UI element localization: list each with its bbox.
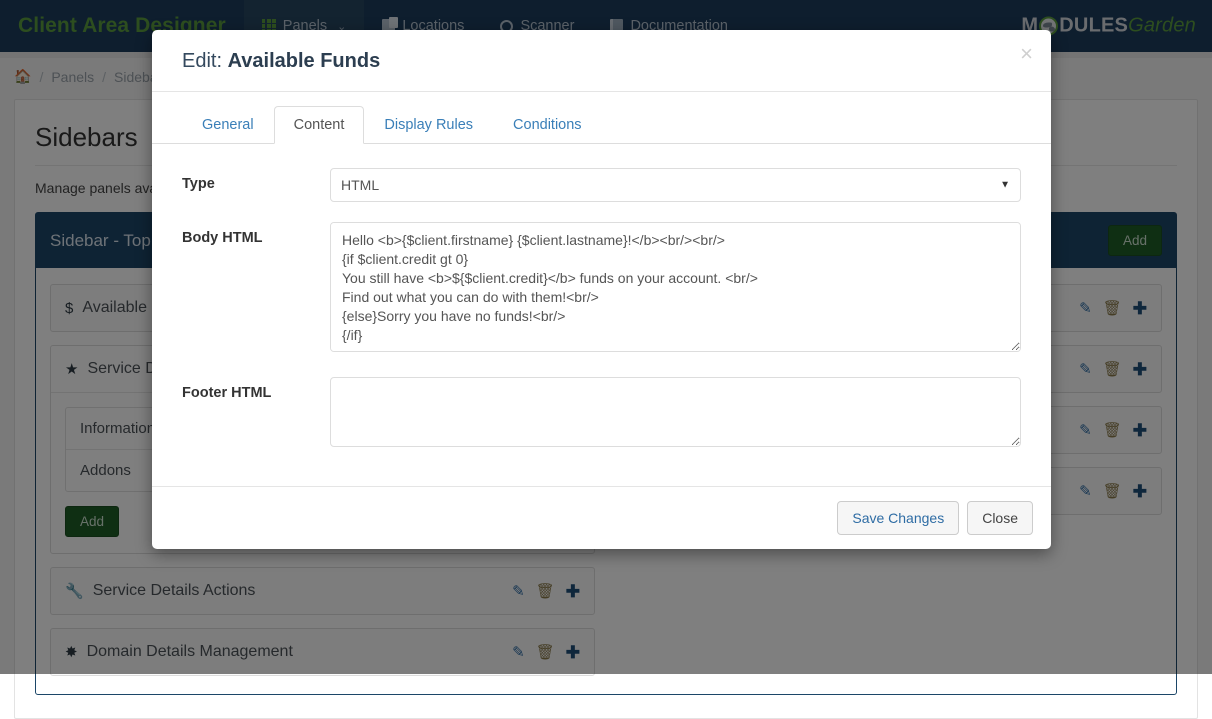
body-html-label: Body HTML bbox=[182, 222, 330, 357]
type-select[interactable]: HTML bbox=[330, 168, 1021, 202]
form-row-type: Type HTML ▼ bbox=[182, 168, 1021, 202]
footer-html-textarea[interactable] bbox=[330, 377, 1021, 447]
form-row-body-html: Body HTML bbox=[182, 222, 1021, 357]
form-row-footer-html: Footer HTML bbox=[182, 377, 1021, 452]
tab-conditions[interactable]: Conditions bbox=[493, 106, 602, 144]
modal-header: Edit: Available Funds × bbox=[152, 30, 1051, 92]
modal-body: Type HTML ▼ Body HTML Footer HTML bbox=[152, 144, 1051, 486]
modal-tabs: General Content Display Rules Conditions bbox=[152, 92, 1051, 144]
tab-display-rules[interactable]: Display Rules bbox=[364, 106, 493, 144]
edit-available-funds-modal: Edit: Available Funds × General Content … bbox=[152, 30, 1051, 549]
footer-html-control bbox=[330, 377, 1021, 452]
type-control: HTML ▼ bbox=[330, 168, 1021, 202]
save-changes-button[interactable]: Save Changes bbox=[837, 501, 959, 535]
close-icon[interactable]: × bbox=[1020, 43, 1033, 65]
modal-footer: Save Changes Close bbox=[152, 486, 1051, 549]
body-html-textarea[interactable] bbox=[330, 222, 1021, 352]
modal-title-name: Available Funds bbox=[228, 50, 381, 72]
tab-content[interactable]: Content bbox=[274, 106, 365, 144]
footer-html-label: Footer HTML bbox=[182, 377, 330, 452]
body-html-control bbox=[330, 222, 1021, 357]
tab-general[interactable]: General bbox=[182, 106, 274, 144]
close-button[interactable]: Close bbox=[967, 501, 1033, 535]
modal-title-prefix: Edit: bbox=[182, 50, 228, 72]
type-label: Type bbox=[182, 168, 330, 202]
modal-title: Edit: Available Funds bbox=[182, 50, 1029, 73]
